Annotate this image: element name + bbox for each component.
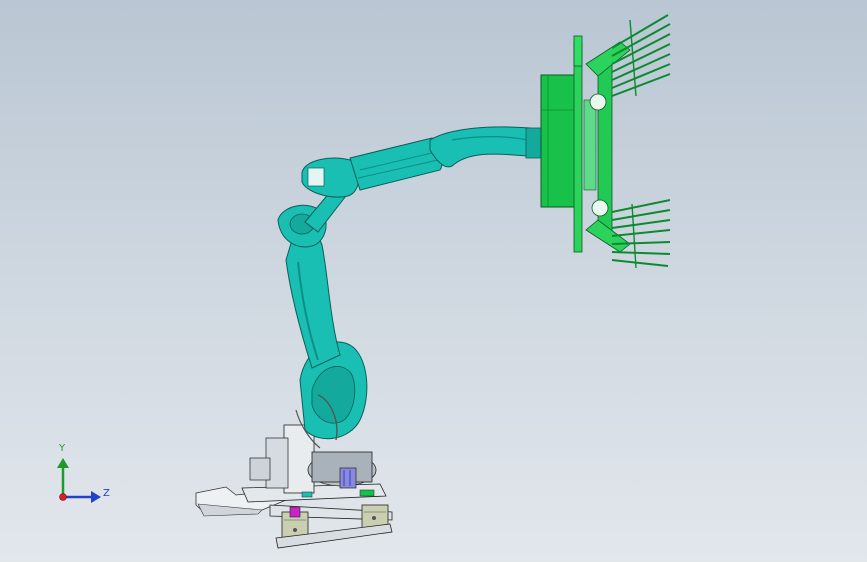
z-axis-label: Z bbox=[103, 488, 110, 499]
z-axis-arrow bbox=[91, 491, 101, 503]
lower-fork-tines bbox=[611, 199, 671, 269]
y-axis-arrow bbox=[57, 458, 69, 468]
axis-origin bbox=[59, 493, 67, 501]
y-axis-label: Y bbox=[59, 443, 66, 454]
robot-assembly-model[interactable] bbox=[0, 0, 867, 562]
axis-triad bbox=[57, 458, 101, 503]
robot-lower-arm[interactable] bbox=[277, 204, 368, 449]
robot-base[interactable] bbox=[195, 424, 393, 549]
robot-forearm[interactable] bbox=[301, 126, 543, 233]
gripper-end-effector[interactable] bbox=[540, 14, 671, 269]
cad-3d-viewport[interactable]: Y Z bbox=[0, 0, 867, 562]
